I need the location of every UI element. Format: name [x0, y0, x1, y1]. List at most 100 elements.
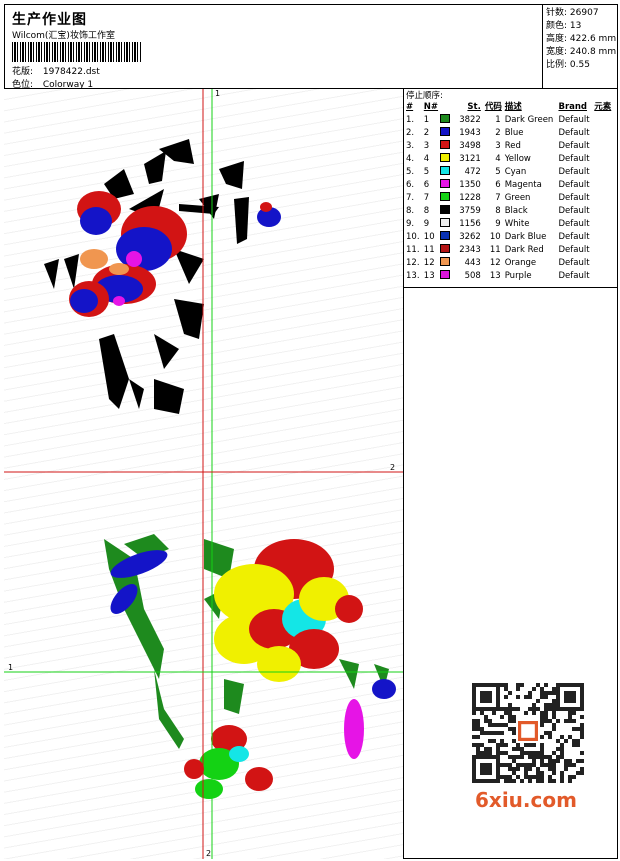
upper-flower-petals — [69, 191, 281, 317]
design-label: 花版: — [12, 67, 34, 77]
row-element — [594, 127, 618, 140]
row-index: 2. — [406, 128, 415, 138]
row-code: 6 — [495, 180, 501, 190]
color-row: 10. 10 3262 10 Dark Blue Default — [404, 231, 618, 244]
row-index: 3. — [406, 141, 415, 151]
color-row: 12. 12 443 12 Orange Default — [404, 257, 618, 270]
row-code: 8 — [495, 206, 501, 216]
color-row: 5. 5 472 5 Cyan Default — [404, 166, 618, 179]
col-stitches: St. — [467, 102, 481, 112]
row-desc: Purple — [504, 271, 532, 281]
row-desc: Green — [504, 193, 531, 203]
row-code: 1 — [495, 115, 501, 125]
color-swatch — [439, 127, 450, 136]
color-swatch — [439, 179, 450, 188]
stat-stitches: 针数: 26907 — [546, 7, 618, 20]
color-swatch — [439, 114, 450, 123]
row-stitches: 1350 — [439, 179, 485, 192]
design-line: 花版: 1978422.dst — [12, 64, 100, 77]
row-brand: Default — [558, 245, 590, 255]
row-stitches: 3498 — [439, 140, 485, 153]
axis-label-red-bottom: 2 — [206, 849, 212, 858]
row-stitches: 3759 — [439, 205, 485, 218]
row-needle: 1 — [423, 115, 430, 125]
row-desc: Dark Blue — [504, 232, 547, 242]
sequence-caption: 停止顺序: — [406, 91, 443, 101]
qr-code — [472, 683, 584, 783]
row-element — [594, 231, 618, 244]
row-needle: 11 — [423, 245, 435, 255]
axis-label-green-left: 1 — [8, 663, 14, 672]
color-swatch — [439, 166, 450, 175]
row-index: 8. — [406, 206, 415, 216]
stat-value: 240.8 mm — [569, 47, 617, 57]
row-desc: Dark Red — [504, 245, 544, 255]
col-brand: Brand — [558, 102, 588, 112]
row-desc: Blue — [504, 128, 524, 138]
row-code: 12 — [489, 258, 501, 268]
col-element: 元素 — [594, 102, 612, 112]
row-stitches: 2343 — [439, 244, 485, 257]
row-needle: 9 — [423, 219, 430, 229]
color-swatch — [439, 257, 450, 266]
watermark-logo: 6xiu.com — [475, 788, 577, 812]
stat-value: 13 — [569, 21, 582, 31]
color-table: # N# St. 代码 描述 Brand 元素 1. 1 3822 1 Dark Gre… — [404, 101, 618, 283]
row-code: 5 — [495, 167, 501, 177]
stitch-count: 508 — [464, 271, 481, 281]
row-desc: Black — [504, 206, 528, 216]
row-index: 5. — [406, 167, 415, 177]
row-brand: Default — [558, 219, 590, 229]
row-index: 7. — [406, 193, 415, 203]
color-swatch — [439, 153, 450, 162]
row-brand: Default — [558, 258, 590, 268]
stat-scale: 比例: 0.55 — [546, 59, 618, 72]
row-brand: Default — [558, 180, 590, 190]
row-brand: Default — [558, 193, 590, 203]
row-desc: Yellow — [504, 154, 531, 164]
row-desc: Red — [504, 141, 521, 151]
stat-width: 宽度: 240.8 mm — [546, 46, 618, 59]
row-needle: 7 — [423, 193, 430, 203]
stat-label: 比例: — [546, 60, 568, 70]
row-stitches: 443 — [439, 257, 485, 270]
row-index: 9. — [406, 219, 415, 229]
row-element — [594, 192, 618, 205]
color-row: 8. 8 3759 8 Black Default — [404, 205, 618, 218]
row-element — [594, 166, 618, 179]
row-desc: Cyan — [504, 167, 527, 177]
stitch-count: 3498 — [459, 141, 481, 151]
row-code: 3 — [495, 141, 501, 151]
color-row: 7. 7 1228 7 Green Default — [404, 192, 618, 205]
row-element — [594, 114, 618, 127]
row-needle: 5 — [423, 167, 430, 177]
row-code: 2 — [495, 128, 501, 138]
row-brand: Default — [558, 232, 590, 242]
stop-sequence-panel: 停止顺序: # N# St. 代码 描述 Brand 元素 1. 1 3822 1 Da… — [404, 89, 618, 288]
row-element — [594, 218, 618, 231]
row-index: 6. — [406, 180, 415, 190]
color-row: 4. 4 3121 4 Yellow Default — [404, 153, 618, 166]
row-element — [594, 244, 618, 257]
row-stitches: 3121 — [439, 153, 485, 166]
stat-label: 宽度: — [546, 47, 568, 57]
row-needle: 12 — [423, 258, 435, 268]
stitch-count: 472 — [464, 167, 481, 177]
stat-colors: 颜色: 13 — [546, 20, 618, 33]
stitch-count: 1228 — [459, 193, 481, 203]
stat-value: 0.55 — [569, 60, 590, 70]
row-brand: Default — [558, 167, 590, 177]
color-swatch — [439, 231, 450, 240]
row-element — [594, 257, 618, 270]
stat-label: 高度: — [546, 34, 568, 44]
color-row: 1. 1 3822 1 Dark Green Default — [404, 114, 618, 127]
row-stitches: 3822 — [439, 114, 485, 127]
stitch-count: 3822 — [459, 115, 481, 125]
barcode — [12, 42, 142, 62]
col-desc: 描述 — [504, 102, 522, 112]
color-row: 9. 9 1156 9 White Default — [404, 218, 618, 231]
row-code: 4 — [495, 154, 501, 164]
row-code: 9 — [495, 219, 501, 229]
row-desc: Orange — [504, 258, 537, 268]
row-element — [594, 179, 618, 192]
